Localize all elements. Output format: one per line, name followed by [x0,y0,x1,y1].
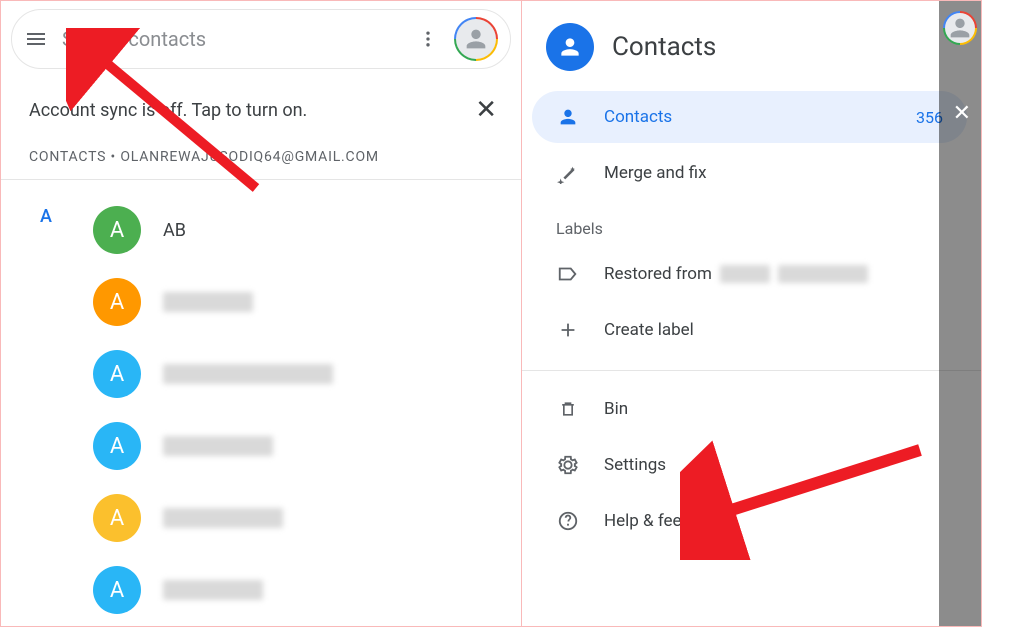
contact-name-redacted [163,292,253,312]
nav-label: Bin [604,399,628,419]
account-line: CONTACTS • OLANREWAJUSODIQ64@GMAIL.COM [1,137,521,180]
help-icon [556,509,580,533]
person-icon [556,105,580,129]
label-redacted [778,265,868,283]
drawer-title: Contacts [612,32,716,62]
sync-banner[interactable]: Account sync is off. Tap to turn on. ✕ [1,77,521,137]
search-bar[interactable]: Search contacts [11,9,511,69]
nav-settings[interactable]: Settings [532,439,967,491]
account-avatar-background [943,11,977,45]
contact-name: AB [163,220,186,241]
divider [522,370,981,371]
contact-row[interactable]: A [1,410,521,482]
contacts-app-icon [546,23,594,71]
plus-icon [556,318,580,342]
magic-wand-icon [556,161,580,185]
contact-row[interactable]: A [1,338,521,410]
nav-create-label[interactable]: Create label [532,304,967,356]
contact-name-redacted [163,508,283,528]
contact-row[interactable]: A AB [1,194,521,266]
close-icon-background: ✕ [953,101,971,126]
contact-row[interactable]: A [1,266,521,338]
nav-bin[interactable]: Bin [532,383,967,435]
contact-row[interactable]: A [1,482,521,554]
contact-row[interactable]: A [1,554,521,626]
nav-help-feedback[interactable]: Help & feedback [532,495,967,547]
nav-label: Help & feedback [604,511,727,531]
gear-icon [556,453,580,477]
close-icon[interactable]: ✕ [471,91,501,129]
nav-label: Merge and fix [604,163,707,183]
section-letter: A [40,206,52,227]
menu-hamburger-icon[interactable] [24,27,48,51]
contact-name-redacted [163,580,263,600]
contact-avatar-icon: A [93,206,141,254]
more-options-icon[interactable] [416,27,440,51]
overlay-dimmer: ✕ [939,1,981,626]
label-icon [556,262,580,286]
nav-contacts[interactable]: Contacts 356 [532,91,967,143]
search-placeholder: Search contacts [62,27,402,51]
drawer-header: Contacts [522,1,981,89]
contacts-main-screen: Search contacts Account sync is off. Tap… [0,0,522,627]
nav-merge-fix[interactable]: Merge and fix [532,147,967,199]
contact-avatar-icon: A [93,350,141,398]
contacts-list: A A AB A A A A A [1,180,521,626]
contact-name-redacted [163,436,273,456]
nav-label: Restored from [604,264,868,284]
labels-header: Labels [522,201,981,246]
contact-name-redacted [163,364,333,384]
account-avatar[interactable] [454,17,498,61]
contact-avatar-icon: A [93,278,141,326]
sync-message: Account sync is off. Tap to turn on. [29,100,307,121]
trash-icon [556,397,580,421]
contact-avatar-icon: A [93,494,141,542]
label-redacted [720,265,770,283]
contact-avatar-icon: A [93,566,141,614]
contact-avatar-icon: A [93,422,141,470]
nav-label: Contacts [604,107,672,127]
navigation-drawer: Contacts Contacts 356 Merge and fix Labe… [522,0,982,627]
nav-label: Settings [604,455,666,475]
nav-label-restored[interactable]: Restored from [532,248,967,300]
nav-label: Create label [604,320,694,340]
